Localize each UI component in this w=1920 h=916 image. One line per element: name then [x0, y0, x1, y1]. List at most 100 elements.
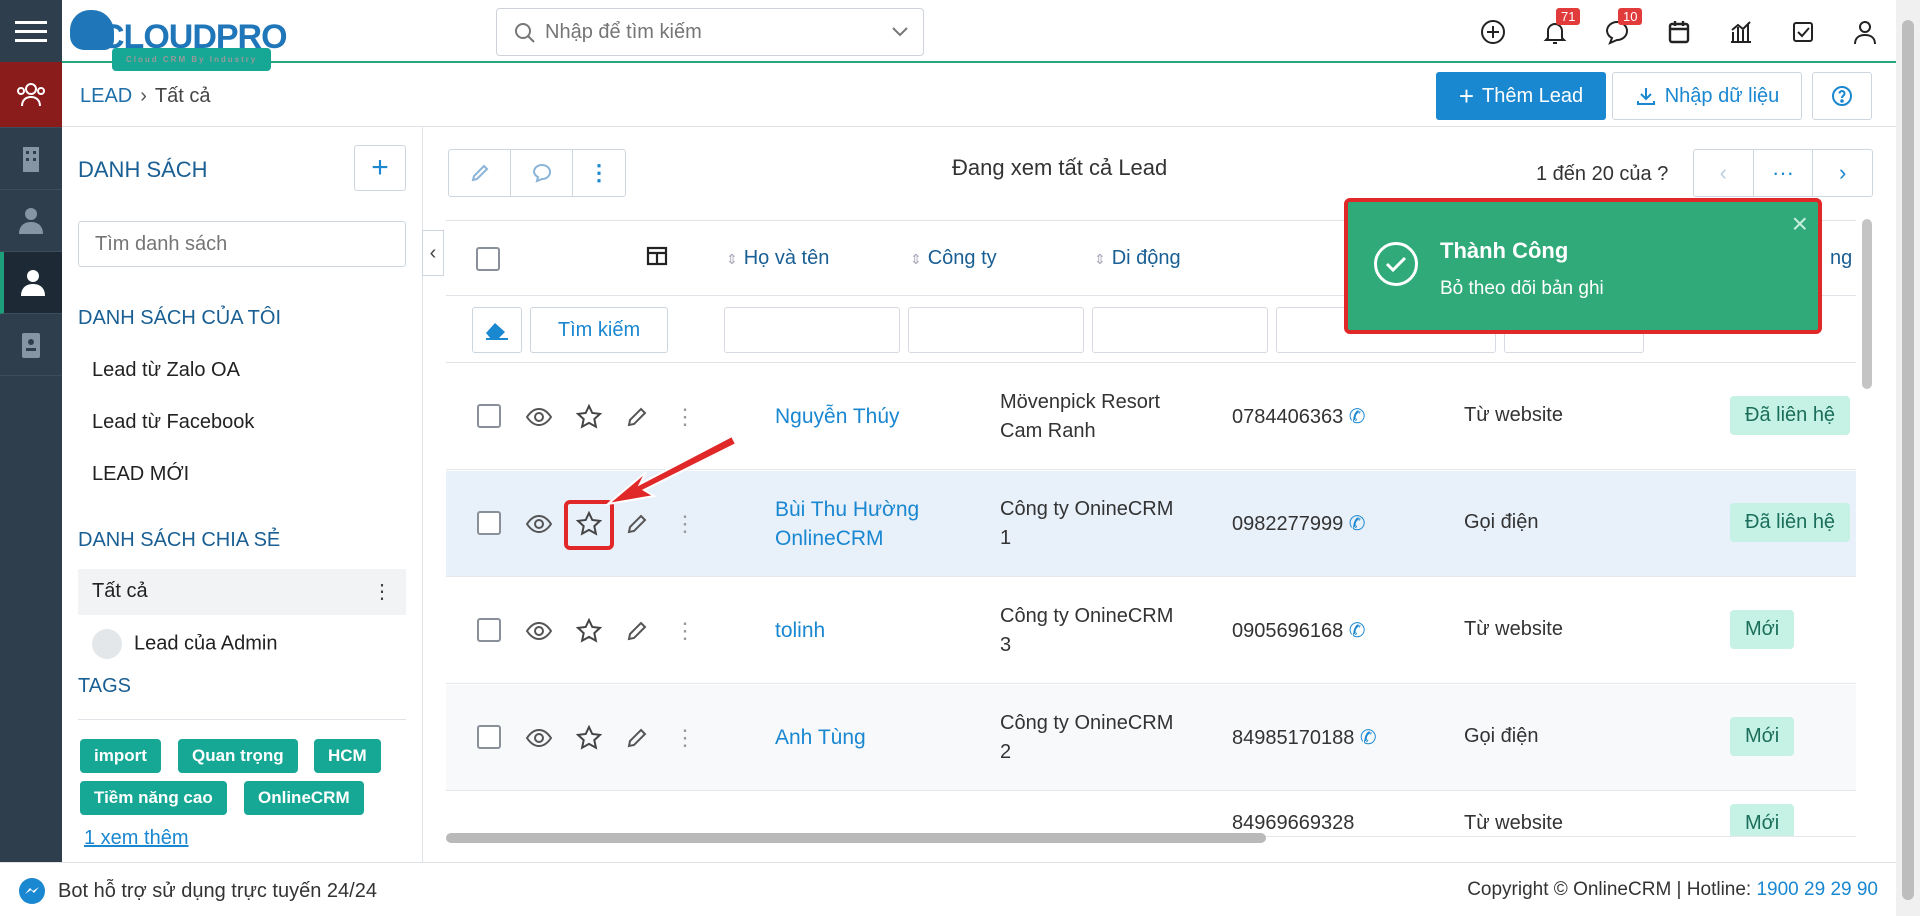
list-item-all[interactable]: Tất cả ⋮ — [78, 569, 406, 615]
col-header-company[interactable]: ⇕ Công ty — [910, 247, 997, 270]
horizontal-scrollbar[interactable] — [446, 833, 1266, 843]
person-icon — [21, 269, 45, 296]
follow-button[interactable] — [574, 616, 604, 646]
filter-mobile-input[interactable] — [1092, 307, 1268, 353]
collapse-sidebar-button[interactable]: ‹ — [422, 230, 444, 276]
list-item-zalo[interactable]: Lead từ Zalo OA — [92, 359, 240, 382]
bulk-edit-button[interactable] — [449, 150, 511, 196]
edit-button[interactable] — [622, 509, 652, 539]
bulk-comment-button[interactable] — [511, 150, 573, 196]
page-scrollbar[interactable] — [1896, 0, 1920, 916]
row-more-button[interactable]: ⋮ — [670, 723, 700, 753]
shared-lists-heading: DANH SÁCH CHIA SẺ — [78, 529, 281, 551]
view-button[interactable] — [524, 509, 554, 539]
list-item-facebook[interactable]: Lead từ Facebook — [92, 411, 254, 434]
row-name[interactable]: Anh Tùng — [775, 723, 866, 752]
nav-organizations[interactable] — [0, 128, 62, 190]
tag-onlinecrm[interactable]: OnlineCRM — [244, 781, 364, 815]
edit-button[interactable] — [622, 616, 652, 646]
phone-icon[interactable]: ✆ — [1360, 727, 1377, 749]
bulk-more-button[interactable]: ⋮ — [573, 150, 625, 196]
see-more-tags-link[interactable]: 1 xem thêm — [84, 827, 188, 850]
nav-customers[interactable] — [0, 62, 62, 128]
view-button[interactable] — [524, 616, 554, 646]
tag-hcm[interactable]: HCM — [314, 739, 381, 773]
next-page-button[interactable]: › — [1813, 150, 1872, 196]
more-vertical-icon[interactable]: ⋮ — [372, 579, 392, 604]
cloudpro-logo[interactable]: CLOUDPRO Cloud CRM By Industry — [70, 6, 300, 71]
col-header-name[interactable]: ⇕ Họ và tên — [726, 247, 829, 270]
hamburger-menu-button[interactable] — [0, 0, 62, 62]
row-checkbox[interactable] — [477, 511, 501, 535]
quick-create-button[interactable] — [1462, 0, 1524, 63]
clear-filters-button[interactable] — [472, 307, 522, 353]
notifications-button[interactable]: 71 — [1524, 0, 1586, 63]
chevron-down-icon[interactable] — [891, 25, 909, 39]
table-row[interactable]: ⋮ Anh Tùng Công ty OnineCRM 2 8498517018… — [446, 685, 1856, 791]
table-row[interactable]: 84969669328 Từ website Mới — [446, 792, 1856, 837]
close-icon[interactable]: × — [1792, 208, 1808, 240]
view-button[interactable] — [524, 723, 554, 753]
list-item-new-lead[interactable]: LEAD MỚI — [92, 463, 189, 486]
row-checkbox[interactable] — [477, 725, 501, 749]
col-header-mobile[interactable]: ⇕ Di động — [1094, 247, 1181, 270]
global-search-input[interactable] — [545, 19, 885, 45]
list-item-admin[interactable]: Lead của Admin — [92, 629, 277, 659]
hotline-number[interactable]: 1900 29 29 90 — [1756, 879, 1878, 900]
row-name[interactable]: tolinh — [775, 616, 825, 645]
tag-import[interactable]: import — [80, 739, 161, 773]
follow-button[interactable] — [574, 723, 604, 753]
user-profile-button[interactable] — [1834, 0, 1896, 63]
tasks-button[interactable] — [1772, 0, 1834, 63]
page-jump-button[interactable]: ··· — [1754, 150, 1814, 196]
row-name[interactable]: Bùi Thu Hường OnlineCRM — [775, 495, 965, 553]
phone-icon[interactable]: ✆ — [1349, 513, 1366, 535]
row-checkbox[interactable] — [477, 618, 501, 642]
chevron-right-icon: › — [1839, 160, 1847, 185]
tag-important[interactable]: Quan trọng — [178, 739, 298, 773]
col-header-status[interactable]: ng — [1830, 247, 1852, 270]
row-more-button[interactable]: ⋮ — [670, 616, 700, 646]
help-button[interactable] — [1812, 72, 1872, 120]
follow-button[interactable] — [574, 402, 604, 432]
chatbot-link[interactable]: Bot hỗ trợ sử dụng trực tuyến 24/24 — [18, 877, 377, 905]
columns-layout-icon[interactable] — [646, 245, 668, 267]
calendar-button[interactable] — [1648, 0, 1710, 63]
add-lead-button[interactable]: + Thêm Lead — [1436, 72, 1606, 120]
view-button[interactable] — [524, 402, 554, 432]
nav-contacts[interactable] — [0, 190, 62, 252]
prev-page-button[interactable]: ‹ — [1694, 150, 1754, 196]
filter-search-button[interactable]: Tìm kiếm — [530, 307, 668, 353]
reports-button[interactable] — [1710, 0, 1772, 63]
annotation-arrow-icon — [604, 434, 738, 506]
filter-company-input[interactable] — [908, 307, 1084, 353]
import-data-label: Nhập dữ liệu — [1664, 84, 1780, 107]
check-circle-icon — [1374, 242, 1418, 286]
row-name[interactable]: Nguyễn Thúy — [775, 402, 900, 431]
chat-button[interactable]: 10 — [1586, 0, 1648, 63]
edit-button[interactable] — [622, 402, 652, 432]
phone-icon[interactable]: ✆ — [1349, 620, 1366, 642]
add-list-button[interactable]: + — [354, 145, 406, 191]
list-search-input[interactable] — [78, 221, 406, 267]
filter-name-input[interactable] — [724, 307, 900, 353]
row-checkbox[interactable] — [477, 404, 501, 428]
breadcrumb-module[interactable]: LEAD — [80, 85, 132, 107]
bulk-actions-toolbar: ⋮ — [448, 149, 626, 197]
nav-leads[interactable] — [0, 252, 62, 314]
edit-button[interactable] — [622, 723, 652, 753]
nav-documents[interactable] — [0, 314, 62, 376]
eye-icon — [525, 407, 553, 427]
tag-high-potential[interactable]: Tiềm năng cao — [80, 781, 227, 815]
global-search[interactable] — [496, 8, 924, 56]
import-data-button[interactable]: Nhập dữ liệu — [1612, 72, 1802, 120]
vertical-scrollbar[interactable] — [1862, 219, 1872, 389]
page-scrollbar-thumb[interactable] — [1902, 20, 1914, 900]
row-more-button[interactable]: ⋮ — [670, 402, 700, 432]
paging-total[interactable]: ? — [1657, 163, 1668, 185]
row-more-button[interactable]: ⋮ — [670, 509, 700, 539]
select-all-checkbox[interactable] — [476, 247, 500, 271]
row-source: Từ website — [1464, 404, 1563, 426]
phone-icon[interactable]: ✆ — [1349, 406, 1366, 428]
table-row[interactable]: ⋮ tolinh Công ty OnineCRM 3 0905696168 ✆… — [446, 578, 1856, 684]
